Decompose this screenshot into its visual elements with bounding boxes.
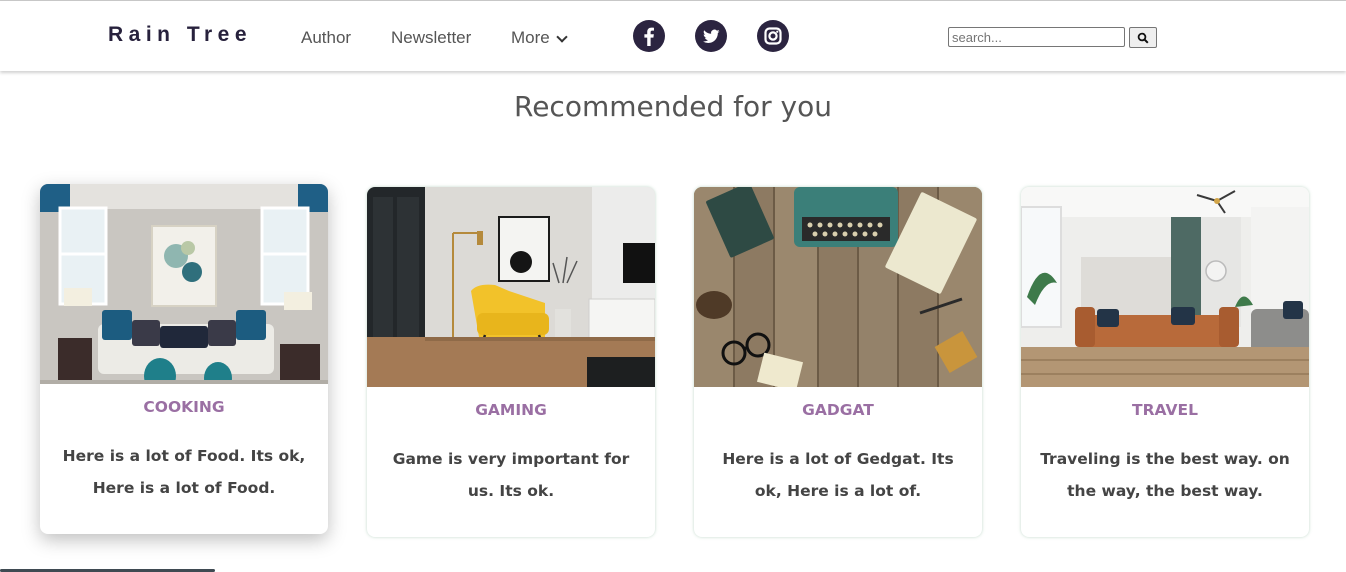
card-gadgat[interactable]: GADGAT Here is a lot of Gedgat. Its ok, …	[694, 187, 982, 537]
card-description: Here is a lot of Food. Its ok, Here is a…	[62, 447, 306, 497]
living-room-image	[40, 184, 328, 384]
search-icon	[1137, 32, 1149, 44]
search-button[interactable]	[1129, 27, 1157, 48]
nav-more[interactable]: More	[511, 28, 568, 48]
card-gaming[interactable]: GAMING Game is very important for us. It…	[367, 187, 655, 537]
site-header: Rain Tree Author Newsletter More	[0, 1, 1346, 71]
open-living-room-image	[1021, 187, 1309, 387]
card-category[interactable]: COOKING	[40, 398, 328, 416]
card-category[interactable]: TRAVEL	[1021, 401, 1309, 419]
card-category[interactable]: GADGAT	[694, 401, 982, 419]
nav-author[interactable]: Author	[301, 28, 351, 48]
card-cooking[interactable]: COOKING Here is a lot of Food. Its ok, H…	[40, 184, 328, 534]
card-description: Here is a lot of Gedgat. Its ok, Here is…	[722, 450, 954, 500]
instagram-icon[interactable]	[757, 20, 789, 52]
card-travel[interactable]: TRAVEL Traveling is the best way. on the…	[1021, 187, 1309, 537]
card-description: Game is very important for us. Its ok.	[392, 450, 630, 500]
typewriter-desk-image	[694, 187, 982, 387]
yellow-chair-room-image	[367, 187, 655, 387]
card-description: Traveling is the best way. on the way, t…	[1040, 450, 1290, 500]
nav-more-label: More	[511, 28, 550, 47]
search-input[interactable]	[948, 27, 1125, 47]
section-heading: Recommended for you	[514, 90, 832, 123]
twitter-icon[interactable]	[695, 20, 727, 52]
chevron-down-icon	[556, 31, 568, 43]
site-logo[interactable]: Rain Tree	[108, 23, 252, 47]
facebook-icon[interactable]	[633, 20, 665, 52]
card-category[interactable]: GAMING	[367, 401, 655, 419]
nav-newsletter[interactable]: Newsletter	[391, 28, 471, 48]
